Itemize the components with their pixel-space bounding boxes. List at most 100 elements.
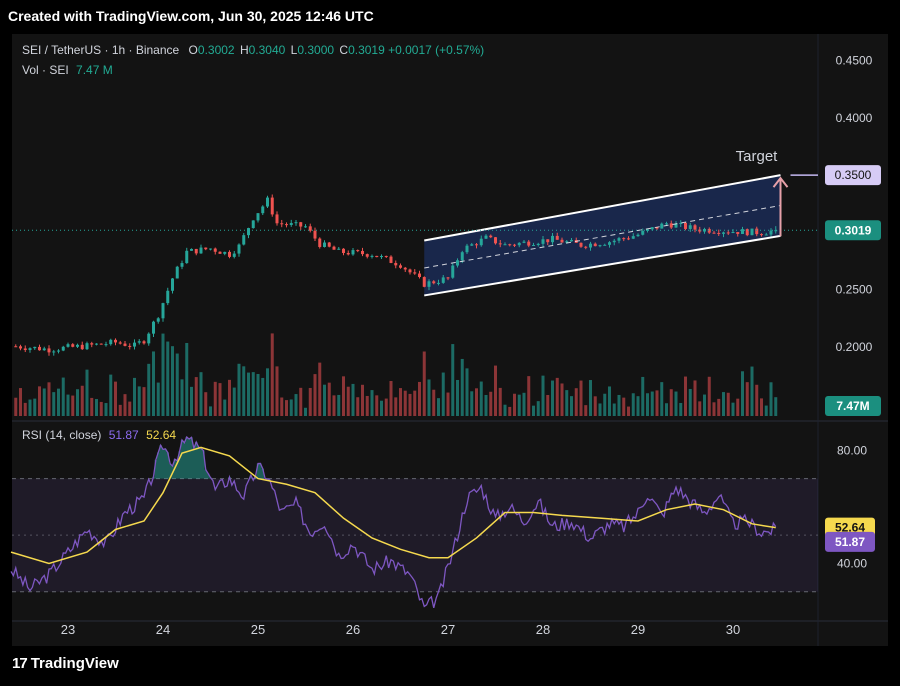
candle-body: [199, 247, 203, 254]
volume-bar: [90, 397, 94, 416]
candle-body: [631, 236, 635, 239]
candle-body: [503, 244, 507, 246]
close-value: 0.3019: [348, 43, 385, 57]
volume-bar: [147, 363, 151, 416]
chart-canvas[interactable]: Target 0.4500 0.4000 0.3500 0.3000 0.2500 0.20…: [0, 0, 900, 686]
volume-bar: [109, 374, 113, 416]
volume-bar: [522, 392, 526, 416]
candle-body: [76, 344, 79, 347]
candle-body: [308, 226, 312, 231]
volume-bar: [527, 376, 531, 416]
candle-body: [294, 222, 298, 224]
volume-bar: [213, 381, 217, 416]
candle-body: [152, 321, 155, 334]
candle-body: [627, 238, 630, 240]
candle-body: [465, 245, 469, 253]
candle-body: [332, 246, 336, 250]
volume-label[interactable]: Vol · SEI: [22, 63, 69, 77]
candle-body: [389, 256, 393, 263]
candle-body: [237, 244, 241, 254]
candle-body: [147, 333, 151, 344]
volume-bar: [617, 394, 621, 416]
volume-bar: [14, 397, 18, 416]
volume-bar: [712, 402, 716, 416]
volume-bar: [432, 389, 436, 416]
candle-body: [52, 351, 56, 353]
candle-body: [437, 282, 440, 284]
rsi-label[interactable]: RSI (14, close): [22, 428, 101, 442]
time-tick-label: 26: [346, 622, 360, 637]
volume-bar: [655, 390, 659, 416]
candle-body: [755, 228, 759, 235]
volume-bar: [650, 391, 654, 416]
volume-bar: [185, 342, 189, 416]
price-tick-label: 0.4000: [836, 111, 873, 125]
time-tick-label: 24: [156, 622, 170, 637]
volume-bar: [356, 397, 360, 416]
time-tick-label: 29: [631, 622, 645, 637]
candle-body: [313, 230, 317, 239]
candle-body: [28, 348, 32, 351]
volume-bar: [313, 374, 317, 416]
candle-body: [764, 234, 768, 236]
volume-bar: [722, 392, 725, 416]
candle-body: [185, 250, 189, 264]
volume-bar: [175, 353, 179, 416]
candle-body: [603, 244, 607, 246]
candle-body: [228, 251, 231, 257]
candle-body: [266, 197, 269, 207]
candle-body: [218, 251, 222, 254]
candle-body: [66, 344, 70, 347]
candle-body: [760, 234, 763, 236]
candle-body: [403, 267, 407, 270]
volume-bar: [66, 394, 70, 416]
target-price-tag-label: 0.3500: [835, 168, 872, 182]
volume-bar: [622, 397, 626, 416]
rsi-legend-value: 51.87: [108, 428, 139, 442]
candle-body: [536, 243, 540, 246]
volume-bar: [199, 372, 203, 416]
target-label: Target: [736, 148, 779, 165]
volume-bar: [755, 384, 759, 416]
candle-body: [232, 253, 236, 257]
candle-body: [408, 269, 412, 273]
candle-body: [19, 346, 22, 349]
time-tick-label: 30: [726, 622, 740, 637]
volume-bar: [256, 373, 260, 416]
volume-bar: [731, 402, 735, 416]
volume-bar: [508, 406, 512, 416]
candle-body: [560, 239, 564, 243]
symbol-label[interactable]: SEI / TetherUS · 1h · Binance: [22, 43, 179, 57]
tradingview-brand[interactable]: 17 TradingView: [12, 655, 119, 672]
candle-body: [669, 223, 673, 228]
volume-bar: [741, 371, 744, 416]
candle-body: [750, 228, 754, 236]
candle-body: [707, 228, 711, 233]
volume-bar: [95, 399, 98, 416]
candle-body: [736, 232, 740, 234]
candle-body: [80, 344, 84, 350]
volume-bar: [703, 394, 706, 416]
candle-body: [365, 254, 369, 257]
rsi-legend: RSI (14, close) 51.87 52.64: [22, 428, 176, 442]
volume-bar: [688, 388, 692, 416]
volume-bar: [736, 398, 740, 416]
volume-bar: [218, 383, 222, 416]
volume-bar: [28, 399, 32, 416]
volume-bar: [479, 381, 483, 416]
candle-body: [441, 277, 445, 283]
volume-bar: [551, 380, 554, 416]
candle-body: [475, 244, 478, 246]
volume-bar: [598, 403, 602, 416]
volume-bar: [646, 393, 649, 416]
time-tick-label: 27: [441, 622, 455, 637]
candle-body: [256, 213, 260, 221]
volume-bar: [631, 393, 635, 416]
volume-bar: [361, 384, 364, 416]
candle-body: [579, 242, 583, 247]
candle-body: [418, 273, 421, 278]
candle-body: [251, 220, 255, 229]
volume-bar: [494, 365, 497, 416]
candle-body: [717, 232, 721, 234]
volume-bar: [612, 403, 616, 416]
